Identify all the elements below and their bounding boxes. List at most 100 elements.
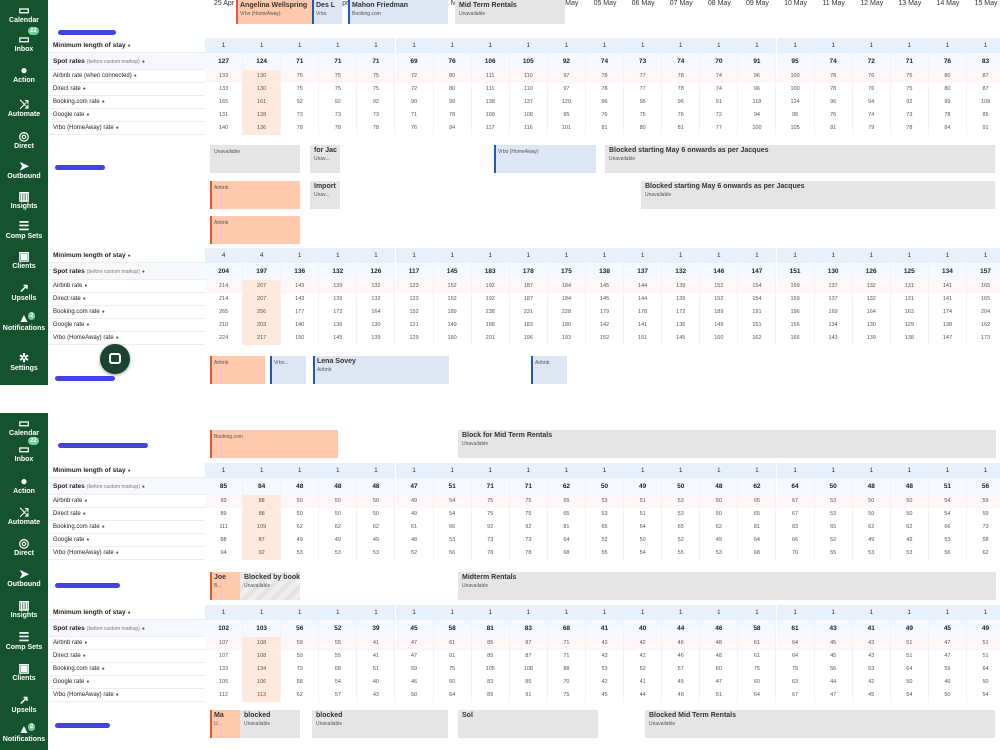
rate-cell[interactable]: 152	[396, 306, 434, 319]
rate-cell[interactable]: 1	[700, 248, 739, 263]
rate-cell[interactable]: 187	[510, 293, 548, 306]
rate-cell[interactable]: 117	[472, 122, 510, 135]
rate-cell[interactable]: 138	[586, 263, 625, 280]
rate-cell[interactable]: 165	[967, 280, 1000, 293]
rate-cell[interactable]: 103	[243, 620, 282, 637]
rate-cell[interactable]: 187	[509, 280, 548, 293]
rate-cell[interactable]: 88	[205, 534, 244, 547]
rate-cell[interactable]: 88	[243, 508, 282, 521]
rate-cell[interactable]: 75	[738, 663, 777, 676]
rate-cell[interactable]: 78	[319, 122, 358, 135]
rate-cell[interactable]: 78	[281, 122, 320, 135]
rate-cell[interactable]: 130	[814, 263, 853, 280]
rate-cell[interactable]: 52	[624, 663, 663, 676]
rate-cell[interactable]: 193	[548, 332, 586, 345]
rate-cell[interactable]: 1	[586, 248, 625, 263]
rate-cell[interactable]: 43	[853, 650, 891, 663]
rate-cell[interactable]: 48	[319, 478, 358, 495]
rate-cell[interactable]: 126	[852, 263, 891, 280]
rate-cell[interactable]: 144	[624, 280, 663, 293]
rate-cell[interactable]: 60	[738, 676, 777, 689]
rate-cell[interactable]: 105	[205, 676, 244, 689]
rate-cell[interactable]: 71	[548, 650, 586, 663]
rate-cell[interactable]: 128	[243, 109, 282, 122]
rate-cell[interactable]: 4	[205, 248, 244, 263]
rate-cell[interactable]: 91	[738, 53, 777, 70]
rate-cell[interactable]: 52	[319, 620, 358, 637]
rate-cell[interactable]: 78	[472, 547, 510, 560]
reservation-block[interactable]: Blocked starting May 6 onwards as per Ja…	[605, 145, 995, 173]
rate-cell[interactable]: 44	[624, 689, 663, 702]
rate-cell[interactable]: 1	[586, 605, 625, 620]
rate-cell[interactable]: 139	[662, 280, 701, 293]
rate-cell[interactable]: 96	[815, 96, 853, 109]
rate-cell[interactable]: 214	[205, 280, 244, 293]
rate-cell[interactable]: 58	[281, 676, 320, 689]
rate-cell[interactable]: 52	[662, 534, 701, 547]
rate-cell[interactable]: 61	[738, 637, 777, 650]
date-header[interactable]: 12 May	[853, 0, 891, 7]
reservation-airbnb[interactable]: Ma U...	[210, 710, 240, 738]
rate-cell[interactable]: 157	[967, 263, 1000, 280]
rate-cell[interactable]: 76	[396, 122, 434, 135]
rate-cell[interactable]: 123	[396, 293, 434, 306]
rate-cell[interactable]: 80	[624, 122, 663, 135]
rate-cell[interactable]: 164	[357, 306, 396, 319]
rate-cell[interactable]: 51	[624, 495, 663, 508]
rate-cell[interactable]: 92	[891, 96, 929, 109]
reservation-block[interactable]: Blocked Mid Term Rentals Unavailable	[645, 710, 995, 738]
rate-cell[interactable]: 1	[700, 605, 739, 620]
rate-cell[interactable]: 74	[662, 53, 701, 70]
rate-cell[interactable]: 131	[890, 280, 929, 293]
rate-cell[interactable]: 78	[586, 83, 625, 96]
rate-cell[interactable]: 94	[205, 547, 244, 560]
rate-cell[interactable]: 1	[928, 463, 967, 478]
rate-cell[interactable]: 48	[890, 478, 929, 495]
rate-cell[interactable]: 78	[510, 547, 548, 560]
rate-cell[interactable]: 56	[434, 547, 472, 560]
rate-cell[interactable]: 60	[700, 663, 739, 676]
rate-cell[interactable]: 72	[395, 70, 434, 83]
rate-cell[interactable]: 53	[815, 508, 853, 521]
rate-cell[interactable]: 43	[814, 620, 853, 637]
rate-cell[interactable]: 145	[586, 280, 625, 293]
rate-cell[interactable]: 99	[434, 96, 472, 109]
rate-cell[interactable]: 48	[357, 478, 396, 495]
info-icon[interactable]: ●	[86, 322, 89, 328]
rate-cell[interactable]: 71	[547, 637, 586, 650]
rate-cell[interactable]: 132	[662, 263, 701, 280]
rate-cell[interactable]: 164	[853, 306, 891, 319]
rate-cell[interactable]: 73	[624, 53, 663, 70]
rate-cell[interactable]: 75	[434, 663, 472, 676]
rate-cell[interactable]: 97	[548, 83, 586, 96]
rate-cell[interactable]: 44	[815, 676, 853, 689]
rate-cell[interactable]: 70	[777, 547, 815, 560]
rate-cell[interactable]: 217	[243, 332, 282, 345]
info-icon[interactable]: ●	[84, 498, 87, 504]
rate-cell[interactable]: 1	[471, 38, 510, 53]
info-icon[interactable]: ●	[83, 86, 86, 92]
rate-cell[interactable]: 59	[281, 637, 320, 650]
rate-cell[interactable]: 127	[205, 53, 244, 70]
rate-cell[interactable]: 189	[700, 306, 739, 319]
rate-cell[interactable]: 62	[281, 521, 320, 534]
rate-cell[interactable]: 1	[319, 463, 358, 478]
rate-cell[interactable]: 54	[928, 495, 967, 508]
rate-cell[interactable]: 74	[853, 109, 891, 122]
rate-cell[interactable]: 152	[700, 293, 739, 306]
rate-cell[interactable]: 67	[776, 495, 815, 508]
rate-cell[interactable]: 62	[700, 521, 739, 534]
rate-cell[interactable]: 61	[434, 650, 472, 663]
rate-cell[interactable]: 49	[281, 534, 320, 547]
rate-cell[interactable]: 108	[510, 109, 548, 122]
rate-cell[interactable]: 77	[624, 70, 663, 83]
rate-cell[interactable]: 203	[243, 319, 282, 332]
rate-cell[interactable]: 207	[243, 293, 282, 306]
rate-cell[interactable]: 207	[243, 280, 282, 293]
rate-cell[interactable]: 1	[700, 463, 739, 478]
rate-cell[interactable]: 121	[396, 319, 434, 332]
rate-cell[interactable]: 1	[205, 38, 244, 53]
rate-cell[interactable]: 1	[395, 248, 434, 263]
rate-cell[interactable]: 109	[472, 109, 510, 122]
rate-cell[interactable]: 125	[890, 263, 929, 280]
